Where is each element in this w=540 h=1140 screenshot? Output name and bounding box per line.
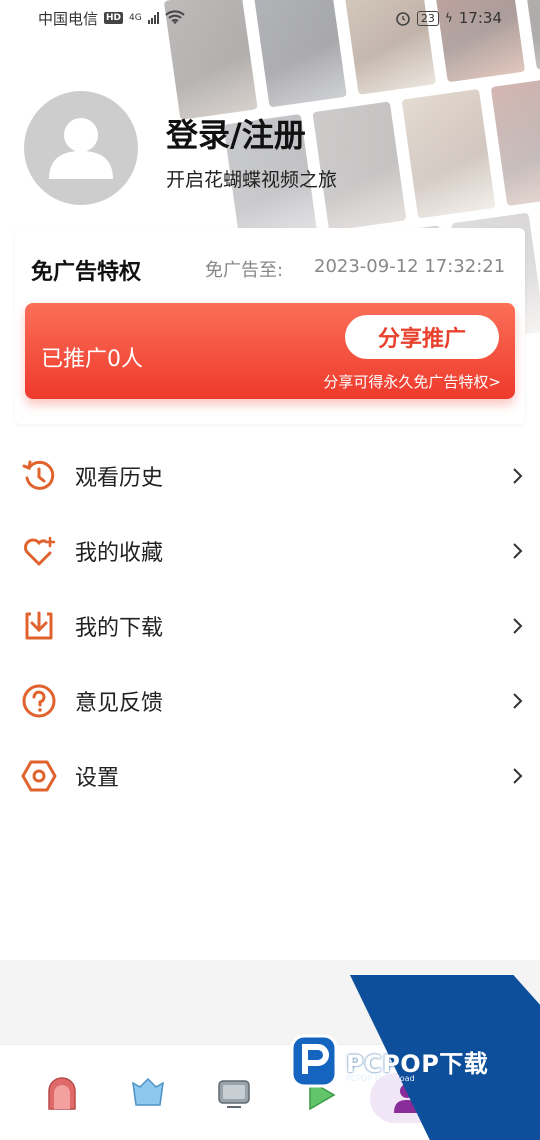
- chevron-right-icon: [513, 467, 523, 484]
- ad-free-expire-value: 2023-09-12 17:32:21: [314, 256, 506, 277]
- profile-subtitle: 开启花蝴蝶视频之旅: [166, 169, 338, 191]
- menu-item-feedback[interactable]: 意见反馈: [0, 663, 540, 738]
- carrier-label: 中国电信: [38, 9, 99, 28]
- menu-label-feedback: 意见反馈: [75, 690, 164, 716]
- pcpop-logo-icon: [290, 1034, 338, 1088]
- clock: 17:34: [458, 9, 502, 27]
- chevron-right-icon: [513, 767, 523, 784]
- ad-free-title: 免广告特权: [31, 260, 142, 285]
- menu-label-downloads: 我的下载: [75, 615, 164, 641]
- watermark-subtext: PCPOP Download: [346, 1074, 415, 1083]
- battery-icon: 23: [416, 10, 439, 26]
- library-icon: [132, 1077, 164, 1106]
- user-placeholder-icon: [49, 118, 113, 179]
- menu-item-settings[interactable]: 设置: [0, 738, 540, 813]
- status-right: 23 ϟ 17:34: [395, 9, 502, 27]
- chevron-right-icon: [513, 692, 523, 709]
- chevron-right-icon: [513, 542, 523, 559]
- promotion-banner[interactable]: 已推广0人 分享推广 分享可得永久免广告特权>: [25, 303, 515, 399]
- nav-library[interactable]: [130, 1075, 166, 1111]
- wifi-icon: [165, 10, 185, 24]
- menu-item-history[interactable]: 观看历史: [0, 438, 540, 513]
- ad-free-card: 免广告特权 免广告至: 2023-09-12 17:32:21 已推广0人 分享…: [15, 228, 525, 424]
- heart-add-icon: [20, 532, 58, 570]
- nav-tv[interactable]: [216, 1075, 252, 1111]
- chevron-right-icon: [513, 617, 523, 634]
- share-promote-button[interactable]: 分享推广: [345, 315, 499, 359]
- home-icon: [48, 1077, 76, 1110]
- alarm-icon: [396, 12, 410, 26]
- charging-icon: ϟ: [444, 11, 453, 25]
- settings-icon: [20, 757, 58, 795]
- tv-icon: [218, 1080, 250, 1108]
- network-type: 4G: [129, 13, 142, 23]
- menu-label-history: 观看历史: [75, 465, 164, 491]
- menu-item-favorites[interactable]: 我的收藏: [0, 513, 540, 588]
- avatar[interactable]: [24, 91, 138, 205]
- signal-icon: [147, 12, 159, 24]
- download-icon: [20, 607, 58, 645]
- menu-label-settings: 设置: [75, 765, 120, 791]
- status-bar: 中国电信 HD 4G 23 ϟ 17:34: [0, 0, 540, 36]
- history-icon: [20, 457, 58, 495]
- menu-label-favorites: 我的收藏: [75, 540, 164, 566]
- ad-free-expire-label: 免广告至:: [205, 260, 284, 281]
- status-left: 中国电信 HD 4G: [38, 8, 185, 29]
- share-hint-link[interactable]: 分享可得永久免广告特权>: [323, 371, 501, 392]
- menu-item-downloads[interactable]: 我的下载: [0, 588, 540, 663]
- help-icon: [20, 682, 58, 720]
- promoted-count: 已推广0人: [41, 347, 143, 372]
- nav-home[interactable]: [44, 1075, 80, 1111]
- hd-icon: HD: [104, 12, 124, 24]
- login-register-link[interactable]: 登录/注册: [166, 110, 306, 156]
